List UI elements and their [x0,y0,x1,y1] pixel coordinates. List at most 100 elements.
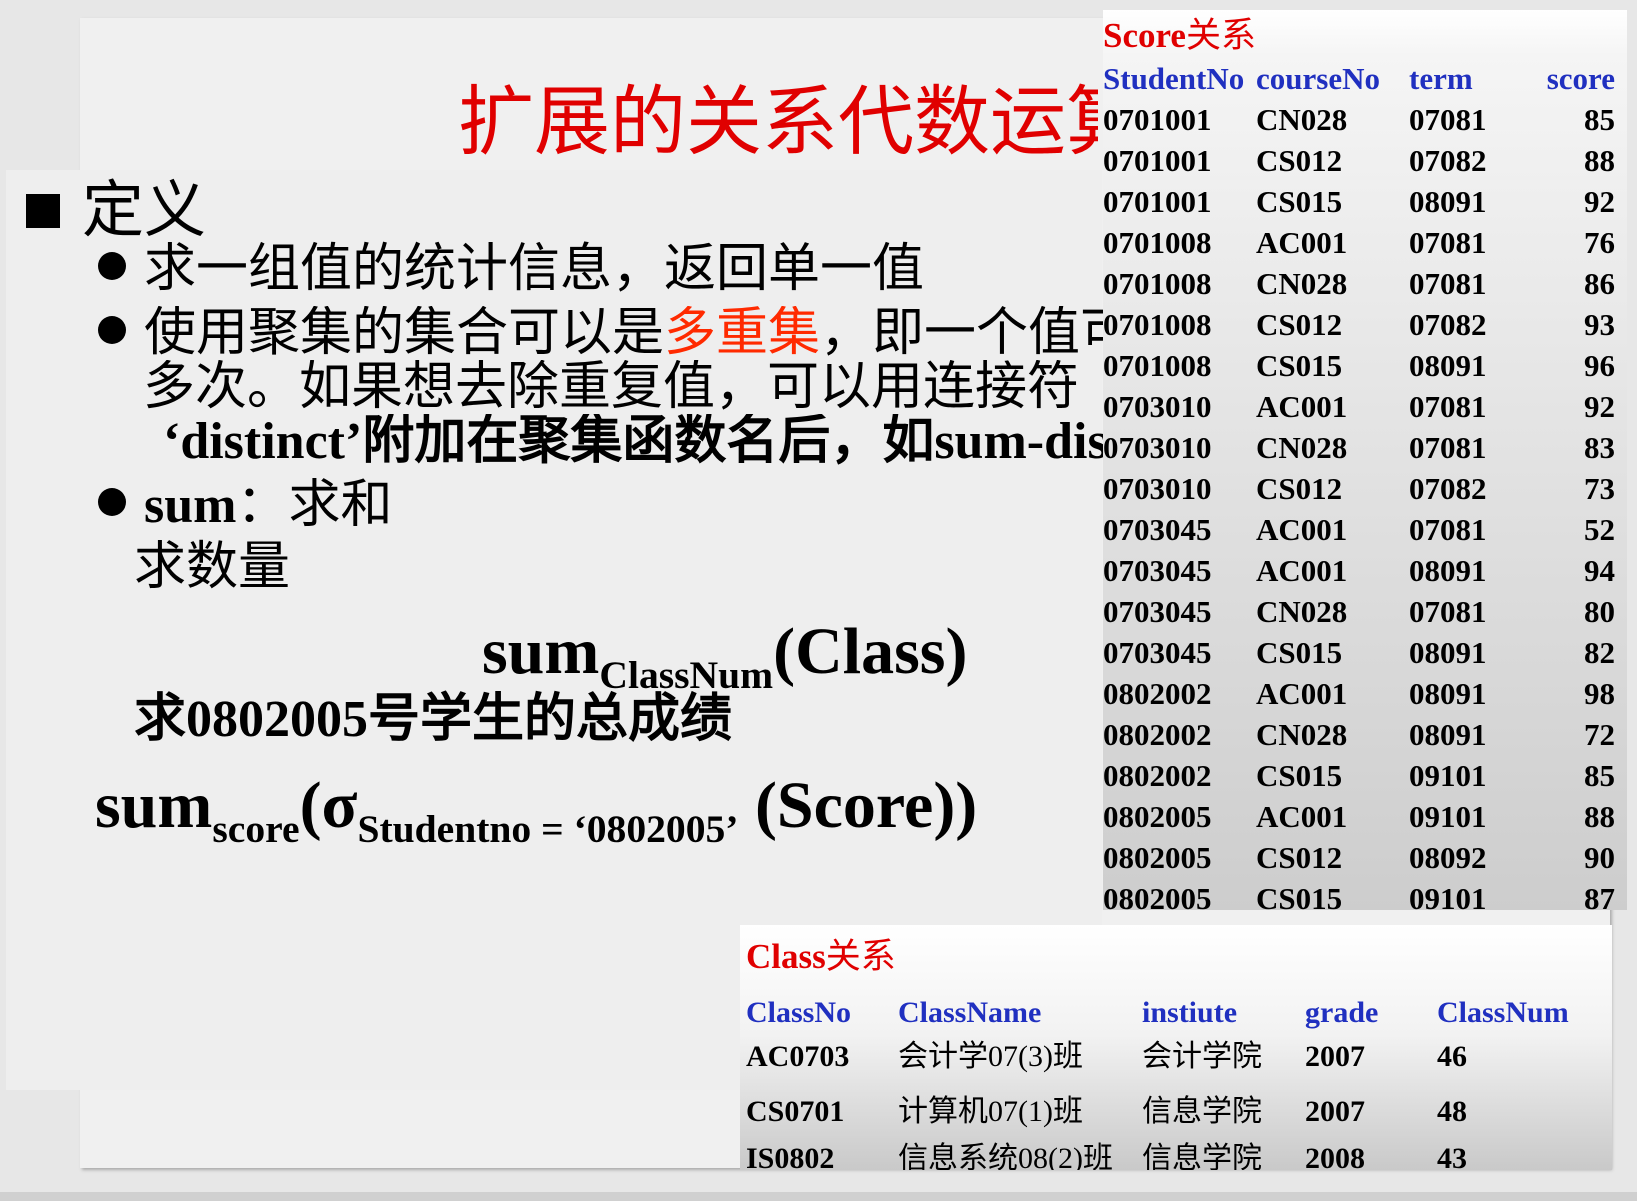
column-header: courseNo [1256,61,1380,96]
table-cell: 2008 [1305,1142,1365,1170]
table-cell: 0701001 [1103,143,1212,178]
table-cell: AC001 [1256,553,1348,588]
table-cell: CS015 [1256,881,1343,910]
table-cell: CN028 [1256,430,1348,465]
formula-func: sum [95,769,213,842]
table-cell: 09101 [1409,881,1487,910]
table-cell: CS015 [1256,635,1343,670]
table-row: 0703045 CS015 08091 82 [1103,632,1627,673]
table-cell: 0701001 [1103,102,1212,137]
table-cell: 08092 [1409,840,1487,875]
table-cell: 93 [1584,307,1615,342]
table-cell: AC001 [1256,389,1348,424]
table-cell: 0802002 [1103,717,1212,752]
table-row: 0701008 CN028 07081 86 [1103,263,1627,304]
table-row: 0703045 CN028 07081 80 [1103,591,1627,632]
table-cell: 信息学院 [1142,1095,1262,1128]
formula-open: ( [299,769,322,842]
table-row: 0703010 AC001 07081 92 [1103,386,1627,427]
formula-func: sum [482,615,600,688]
table-cell: AC001 [1256,512,1348,547]
table-cell: CS0701 [746,1095,845,1128]
definition-heading: 定义 [26,178,206,244]
table-cell: AC001 [1256,225,1348,260]
table-cell: 90 [1584,840,1615,875]
table-cell: 85 [1584,102,1615,137]
table-cell: 73 [1584,471,1615,506]
table-cell: 86 [1584,266,1615,301]
table-cell: 07081 [1409,389,1487,424]
table-cell: 0802005 [1103,881,1212,910]
table-cell: 88 [1584,143,1615,178]
table-cell: CS012 [1256,143,1343,178]
bullet-multiset: 使用聚集的集合可以是多重集，即一个值可 [98,306,1103,362]
table-cell: 08091 [1409,635,1487,670]
table-cell: 46 [1437,1040,1467,1073]
table-cell: CN028 [1256,717,1348,752]
table-row: 0802002 CN028 08091 72 [1103,714,1627,755]
bullet-dot-icon [98,252,126,281]
sum-label: sum [144,477,237,534]
table-cell: 85 [1584,758,1615,793]
table-cell: IS0802 [746,1142,835,1170]
table-cell: 0802002 [1103,676,1212,711]
table-cell: CS015 [1256,758,1343,793]
table-row: 0802005 AC001 09101 88 [1103,796,1627,837]
table-row: 0703010 CS012 07082 73 [1103,468,1627,509]
heading-text: 定义 [82,177,207,245]
table-cell: 07081 [1409,225,1487,260]
bullet-text-suffix: ，即一个值可 [820,306,1103,362]
column-header: term [1409,61,1473,96]
table-cell: CS012 [1256,840,1343,875]
table-row: 0802005 CS012 08092 90 [1103,837,1627,878]
table-cell: CS015 [1256,348,1343,383]
table-cell: 08091 [1409,553,1487,588]
table-row: 0802002 CS015 09101 85 [1103,755,1627,796]
bullet-summary: 求一组值的统计信息，返回单一值 [98,242,924,298]
class-title-cn: 关系 [825,937,896,976]
table-cell: 2007 [1305,1040,1365,1073]
table-cell: 0703045 [1103,553,1212,588]
table-row: 0701008 CS015 08091 96 [1103,345,1627,386]
table-cell: CN028 [1256,266,1348,301]
table-cell: 72 [1584,717,1615,752]
class-table-title: Class关系 [746,937,896,977]
table-cell: 2007 [1305,1095,1365,1128]
table-row: 0703045 AC001 08091 94 [1103,550,1627,591]
table-row: 0802002 AC001 08091 98 [1103,673,1627,714]
column-header: instiute [1142,996,1238,1029]
table-cell: 08091 [1409,348,1487,383]
formula-arg: (Class) [773,615,968,688]
table-cell: CS015 [1256,184,1343,219]
table-cell: 信息系统08(2)班 [898,1142,1113,1170]
table-cell: 76 [1584,225,1615,260]
table-cell: 会计学07(3)班 [898,1040,1083,1073]
bottom-strip [0,1192,1637,1201]
score-table: Score关系 StudentNo courseNo term score 07… [1103,10,1627,910]
table-cell: 07081 [1409,594,1487,629]
formula-arg: (Score)) [738,769,978,842]
table-cell: 88 [1584,799,1615,834]
table-row: 0701001 CS012 07082 88 [1103,140,1627,181]
table-cell: 0802005 [1103,840,1212,875]
class-title-en: Class [746,937,826,976]
table-cell: 82 [1584,635,1615,670]
table-cell: 信息学院 [1142,1142,1262,1170]
column-header: score [1546,61,1615,96]
class-table: Class关系 ClassNo ClassName instiute grade… [740,925,1612,1170]
bullet-multiset-line3: ‘distinct’附加在聚集函数名后，如sum-dis [163,414,1103,470]
score-title-en: Score [1103,16,1186,55]
table-cell: 83 [1584,430,1615,465]
table-cell: 07081 [1409,266,1487,301]
table-cell: 0701008 [1103,266,1212,301]
table-row: 0701008 AC001 07081 76 [1103,222,1627,263]
table-cell: AC0703 [746,1040,850,1073]
table-cell: 0802005 [1103,799,1212,834]
question-line: 求0802005号学生的总成绩 [134,691,733,748]
table-cell: 09101 [1409,758,1487,793]
count-line: 求数量 [134,539,291,596]
table-row: 0701008 CS012 07082 93 [1103,304,1627,345]
table-cell: 07082 [1409,143,1487,178]
bullet-text: 求一组值的统计信息，返回单一值 [144,241,925,298]
table-cell: 94 [1584,553,1615,588]
